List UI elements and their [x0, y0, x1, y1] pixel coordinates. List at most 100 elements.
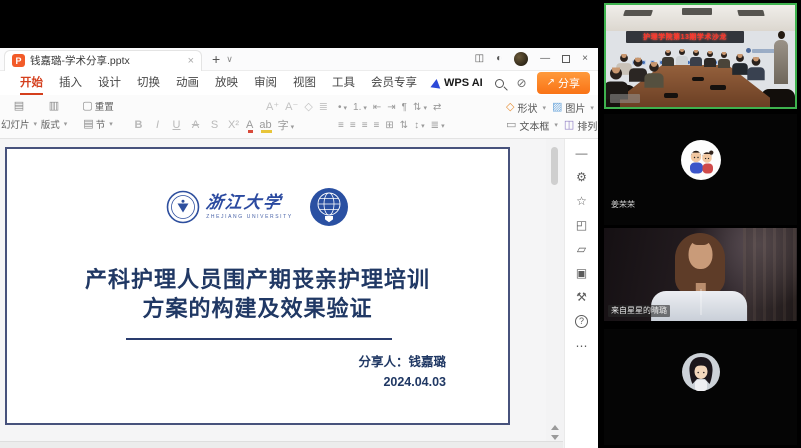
text-settings-icon[interactable]: ≣	[319, 102, 328, 113]
collapse-panel-icon[interactable]: —	[576, 147, 588, 159]
tab-bar: P 钱嘉璐-学术分享.pptx × + ∨ ◫ ◐ — ×	[0, 48, 598, 71]
conference-room-scene: 护理学院第13期学术沙龙	[606, 5, 795, 107]
tab-design[interactable]: 设计	[90, 72, 129, 95]
arrange-button[interactable]: ◫排列	[564, 118, 606, 133]
screen: P 钱嘉璐-学术分享.pptx × + ∨ ◫ ◐ — × 开始 插入 设计 切…	[0, 0, 801, 448]
more-panels-icon[interactable]: ⋯	[576, 340, 588, 352]
grow-font-icon[interactable]: A⁺	[266, 102, 279, 113]
justify-icon[interactable]: ≡	[374, 120, 380, 131]
line-spacing-icon[interactable]: ⇅	[413, 102, 427, 113]
new-tab-button[interactable]: +	[212, 52, 220, 66]
tab-view[interactable]: 视图	[285, 72, 324, 95]
presenter-name: 分享人：钱嘉璐	[358, 352, 446, 372]
document-tab[interactable]: P 钱嘉璐-学术分享.pptx ×	[4, 50, 202, 71]
align-left-icon[interactable]: ≡	[338, 120, 344, 131]
font-color-button[interactable]: A	[246, 119, 253, 132]
tab-animation[interactable]: 动画	[168, 72, 207, 95]
minimize-button[interactable]: —	[540, 54, 550, 64]
shrink-font-icon[interactable]: A⁻	[285, 102, 298, 113]
room-person	[644, 57, 663, 87]
strikethrough-button[interactable]: A	[189, 119, 202, 131]
room-person	[662, 47, 674, 66]
highlight-color-button[interactable]: ab	[259, 119, 271, 132]
eye-protect-icon[interactable]: ⊘	[517, 76, 527, 90]
text-direction-icon[interactable]: ⇄	[433, 102, 441, 113]
picture-button[interactable]: ▨图片	[552, 100, 594, 115]
tab-tools[interactable]: 工具	[324, 72, 363, 95]
share-icon: ↗	[547, 78, 555, 88]
video-tile-person[interactable]: 来自星星的晴璐	[604, 228, 797, 321]
maximize-button[interactable]	[562, 55, 570, 63]
design-pane-icon[interactable]: ▱	[577, 243, 586, 255]
align-center-icon[interactable]: ≡	[350, 120, 356, 131]
wps-window: P 钱嘉璐-学术分享.pptx × + ∨ ◫ ◐ — × 开始 插入 设计 切…	[0, 48, 598, 448]
new-slide-button[interactable]: ▤	[2, 97, 36, 115]
tab-close-icon[interactable]: ×	[188, 55, 194, 67]
close-button[interactable]: ×	[582, 54, 588, 64]
tab-insert[interactable]: 插入	[51, 72, 90, 95]
zju-name-en: ZHEJIANG UNIVERSITY	[206, 215, 293, 220]
vertical-scrollbar[interactable]	[546, 139, 564, 448]
video-tile-avatar[interactable]: 姜荣荣	[604, 114, 797, 225]
scroll-down-icon[interactable]	[551, 435, 559, 440]
help-icon[interactable]: ?	[575, 315, 588, 328]
scrollbar-thumb[interactable]	[551, 147, 558, 185]
underline-button[interactable]: U	[170, 119, 183, 131]
distribute-icon[interactable]: ⊞	[385, 120, 393, 131]
scroll-up-icon[interactable]	[551, 425, 559, 430]
paragraph-group: • 1. ⇤ ⇥ ¶ ⇅ ⇄ ≡ ≡ ≡ ≡ ⊞ ⇅ ↕ ≣	[336, 97, 498, 136]
tab-slideshow[interactable]: 放映	[207, 72, 246, 95]
video-feed-column: 护理学院第13期学术沙龙	[601, 0, 801, 448]
split-view-icon[interactable]: ◫	[475, 54, 484, 64]
textbox-button[interactable]: ▭文本框	[506, 118, 558, 133]
person-face	[688, 239, 712, 269]
properties-icon[interactable]: ⚙	[576, 171, 587, 183]
shadow-button[interactable]: S	[208, 119, 221, 131]
numbered-list-icon[interactable]: 1.	[353, 102, 367, 113]
account-avatar[interactable]	[514, 52, 528, 66]
tab-transition[interactable]: 切换	[129, 72, 168, 95]
bold-button[interactable]: B	[132, 119, 145, 131]
increase-indent-icon[interactable]: ⇥	[387, 102, 395, 113]
reset-button[interactable]: ▢重置	[72, 97, 124, 115]
tab-list-dropdown-icon[interactable]: ∨	[226, 54, 233, 65]
section-dropdown[interactable]: ▤节	[72, 115, 124, 133]
align-right-icon[interactable]: ≡	[362, 120, 368, 131]
tab-home[interactable]: 开始	[12, 72, 51, 95]
shapes-button[interactable]: ◇形状	[506, 100, 546, 115]
video-tile-conference-room[interactable]: 护理学院第13期学术沙龙	[604, 3, 797, 109]
layout-button-icon[interactable]: ▥	[38, 97, 70, 115]
participant-name-label: 姜荣荣	[608, 199, 638, 211]
slide-canvas[interactable]: 浙江大学 ZHEJIANG UNIVERSITY	[5, 147, 510, 425]
zhejiang-university-logo: 浙江大学 ZHEJIANG UNIVERSITY	[166, 190, 293, 224]
italic-button[interactable]: I	[151, 119, 164, 131]
menu-bar: 开始 插入 设计 切换 动画 放映 审阅 视图 工具 会员专享 WPS AI ⊘…	[0, 71, 598, 95]
tab-review[interactable]: 审阅	[246, 72, 285, 95]
tools-pane-icon[interactable]: ⚒	[576, 291, 587, 303]
participant-name-label: 来自星星的晴璐	[608, 305, 670, 317]
room-person	[676, 46, 688, 65]
favorites-star-icon[interactable]: ☆	[576, 195, 587, 207]
room-person	[718, 49, 730, 68]
zju-seal-icon	[166, 190, 200, 224]
media-pane-icon[interactable]: ▣	[576, 267, 587, 279]
share-button[interactable]: ↗ 分享	[537, 72, 590, 94]
skin-theme-icon[interactable]: ◐	[496, 54, 502, 64]
clear-format-icon[interactable]: ◇	[304, 102, 312, 113]
character-effect-button[interactable]: 字	[278, 117, 295, 134]
bullet-list-icon[interactable]: •	[338, 102, 347, 113]
rotate-icon[interactable]: ≣	[431, 120, 445, 131]
align-objects-icon[interactable]: ↕	[414, 120, 425, 131]
wps-ai-button[interactable]: WPS AI	[425, 77, 489, 89]
animation-pane-icon[interactable]: ◰	[576, 219, 587, 231]
search-icon[interactable]	[495, 79, 504, 88]
layout-dropdown[interactable]: 版式	[38, 115, 70, 133]
slide-title: 产科护理人员围产期丧亲护理培训 方案的构建及效果验证	[7, 265, 508, 323]
superscript-button[interactable]: X²	[227, 119, 240, 131]
tab-membership[interactable]: 会员专享	[363, 72, 425, 95]
slide-dropdown[interactable]: 幻灯片	[2, 115, 36, 133]
paragraph-mark-icon[interactable]: ¶	[402, 102, 407, 113]
columns-icon[interactable]: ⇅	[400, 120, 408, 131]
decrease-indent-icon[interactable]: ⇤	[373, 102, 381, 113]
video-tile-avatar-2[interactable]	[604, 329, 797, 445]
